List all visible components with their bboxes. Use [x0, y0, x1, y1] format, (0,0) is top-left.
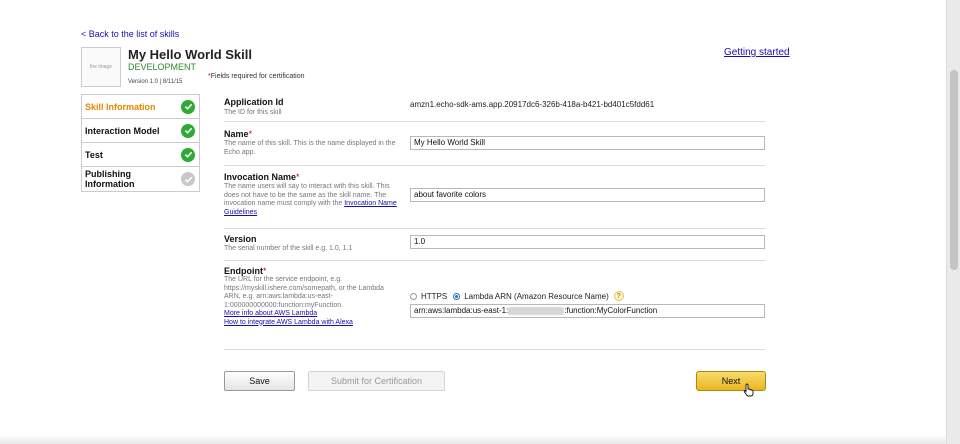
sidebar-item-label: Interaction Model	[85, 125, 160, 136]
invocation-name-label: Invocation Name*	[224, 172, 300, 182]
invocation-name-row: Invocation Name* The name users will say…	[224, 166, 765, 229]
version-input[interactable]: 1.0	[410, 235, 765, 249]
invocation-name-input[interactable]: about favorite colors	[410, 188, 765, 202]
https-radio[interactable]	[410, 292, 417, 300]
submit-for-certification-button[interactable]: Submit for Certification	[308, 371, 445, 391]
invocation-name-help: The name users will say to interact with…	[224, 183, 397, 216]
page: < Back to the list of skills fire image …	[0, 0, 946, 444]
getting-started-link[interactable]: Getting started	[724, 47, 790, 58]
endpoint-row: Endpoint* The URL for the service endpoi…	[224, 261, 765, 350]
name-help: The name of this skill. This is the name…	[224, 140, 396, 156]
endpoint-type-selector: HTTPS Lambda ARN (Amazon Resource Name) …	[410, 291, 624, 301]
help-question-icon[interactable]: ?	[613, 291, 624, 301]
check-complete-icon	[181, 147, 195, 162]
sidebar: Skill Information Interaction Model Test…	[81, 94, 200, 192]
skill-status: DEVELOPMENT	[128, 62, 197, 72]
required-note: *Fields required for certification	[208, 73, 305, 80]
bottom-edge	[0, 434, 946, 444]
sidebar-item-test[interactable]: Test	[82, 143, 199, 167]
sidebar-item-skill-information[interactable]: Skill Information	[82, 95, 199, 119]
check-complete-icon	[181, 99, 195, 114]
sidebar-item-label: Publishing Information	[85, 169, 135, 189]
sidebar-item-publishing-information[interactable]: Publishing Information	[82, 167, 199, 191]
sidebar-item-label: Test	[85, 149, 103, 160]
name-label: Name*	[224, 129, 253, 139]
redacted-account-id	[508, 306, 565, 315]
https-radio-label: HTTPS	[421, 291, 448, 301]
endpoint-label: Endpoint*	[224, 266, 267, 276]
next-button[interactable]: Next	[696, 371, 766, 391]
skill-logo: fire image	[81, 47, 121, 87]
vertical-scrollbar[interactable]	[946, 0, 960, 444]
version-row: Version The serial number of the skill e…	[224, 229, 765, 261]
hand-cursor-icon	[743, 383, 754, 397]
lambda-arn-radio-label: Lambda ARN (Amazon Resource Name)	[464, 291, 609, 301]
application-id-value: amzn1.echo-sdk-ams.app.20917dc6-326b-418…	[410, 100, 655, 109]
name-input[interactable]: My Hello World Skill	[410, 136, 765, 150]
skill-version: Version 1.0 | 8/11/15	[128, 79, 183, 85]
endpoint-help: The URL for the service endpoint, e.g. h…	[224, 276, 384, 326]
scrollbar-thumb[interactable]	[950, 70, 958, 270]
sidebar-item-interaction-model[interactable]: Interaction Model	[82, 119, 199, 143]
endpoint-arn-input[interactable]: arn:aws:lambda:us-east-1::function:MyCol…	[410, 304, 765, 318]
check-complete-icon	[181, 123, 195, 138]
aws-lambda-integration-link[interactable]: How to integrate AWS Lambda with Alexa	[224, 319, 353, 326]
skill-title: My Hello World Skill	[128, 47, 253, 62]
version-help: The serial number of the skill e.g. 1.0,…	[224, 245, 353, 252]
sidebar-item-label: Skill Information	[85, 101, 156, 112]
lambda-arn-radio[interactable]	[453, 292, 461, 300]
aws-lambda-info-link[interactable]: More info about AWS Lambda	[224, 310, 317, 317]
application-id-row: Application Id The ID for this skill amz…	[224, 96, 765, 122]
application-id-label: Application Id	[224, 97, 284, 107]
application-id-help: The ID for this skill	[224, 109, 282, 116]
check-incomplete-icon	[181, 172, 195, 186]
back-to-skills-link[interactable]: < Back to the list of skills	[81, 29, 179, 39]
version-label: Version	[224, 234, 257, 244]
name-row: Name* The name of this skill. This is th…	[224, 122, 765, 166]
save-button[interactable]: Save	[224, 371, 295, 391]
